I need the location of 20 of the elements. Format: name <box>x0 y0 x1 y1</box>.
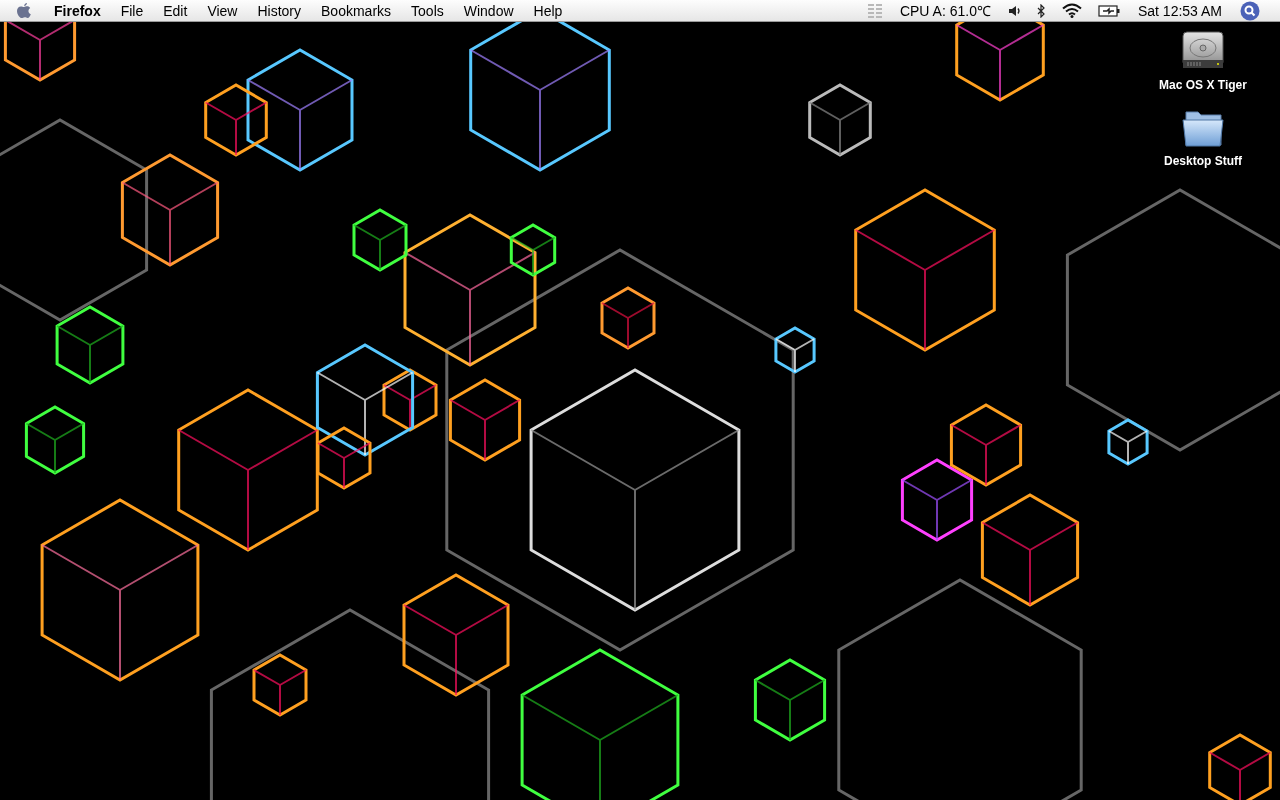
bluetooth-icon[interactable] <box>1036 3 1046 18</box>
volume-icon[interactable] <box>1008 4 1021 17</box>
menu-item[interactable]: Edit <box>153 0 198 22</box>
grip-icon[interactable] <box>867 3 882 18</box>
menu-item[interactable]: History <box>247 0 312 22</box>
menu-item[interactable]: File <box>110 0 154 22</box>
menu-item[interactable]: View <box>197 0 248 22</box>
apple-icon[interactable] <box>16 1 32 20</box>
icon-label[interactable]: Mac OS X Tiger <box>1159 78 1247 92</box>
search-icon[interactable] <box>1240 0 1260 21</box>
menu-item[interactable]: Window <box>453 0 524 22</box>
menu-item[interactable]: Help <box>523 0 573 22</box>
wifi-icon[interactable] <box>1061 3 1082 18</box>
cpu-temperature[interactable]: CPU A: 61.0℃ <box>889 0 1001 22</box>
app-menu[interactable]: Firefox <box>44 0 111 22</box>
menu-item[interactable]: Bookmarks <box>311 0 402 22</box>
battery-icon[interactable] <box>1097 4 1120 17</box>
menubar-clock[interactable]: Sat 12:53 AM <box>1127 0 1232 22</box>
icon-label[interactable]: Desktop Stuff <box>1164 154 1242 168</box>
menu-item[interactable]: Tools <box>401 0 454 22</box>
